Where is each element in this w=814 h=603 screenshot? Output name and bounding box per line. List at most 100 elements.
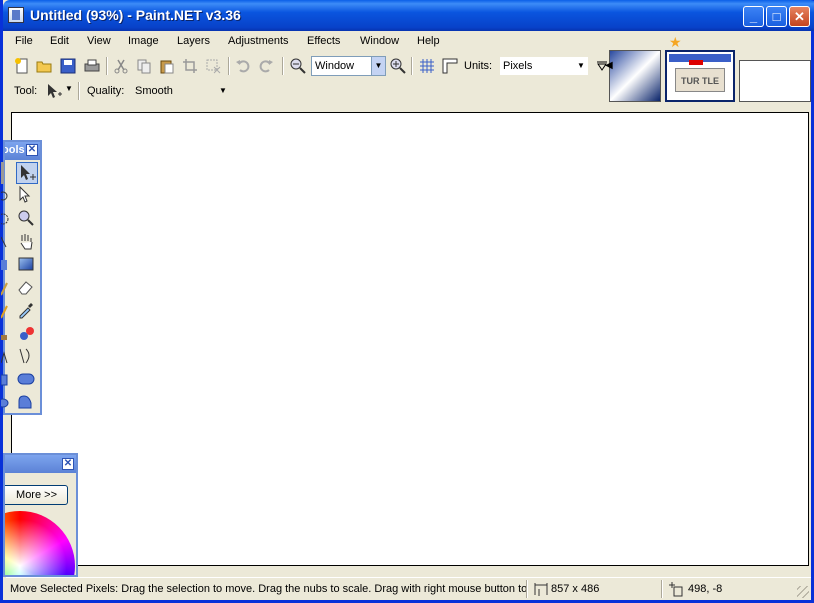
image-size: 857 x 486 xyxy=(551,583,600,595)
print-icon[interactable] xyxy=(84,58,100,74)
clone-stamp-tool-clipped[interactable] xyxy=(1,323,11,345)
ellipse-icon xyxy=(1,398,9,408)
units-combo[interactable]: Pixels ▼ xyxy=(499,56,589,76)
menu-file[interactable]: File xyxy=(15,35,33,47)
scroll-left-icon[interactable]: ◀ xyxy=(605,60,613,71)
zoom-combo[interactable]: Window ▼ xyxy=(311,56,386,76)
colors-window: ✕ More >> xyxy=(3,453,78,577)
rectangle-icon xyxy=(1,374,8,386)
paste-icon[interactable] xyxy=(159,58,175,74)
gradient-icon xyxy=(18,257,34,271)
move-selection-tool[interactable] xyxy=(16,185,38,207)
zoom-out-icon[interactable] xyxy=(290,58,306,74)
move-selection-icon xyxy=(19,185,31,203)
color-wheel[interactable] xyxy=(5,511,75,575)
toolbar-separator xyxy=(228,57,230,75)
copy-icon[interactable] xyxy=(136,58,152,74)
resize-grip[interactable] xyxy=(797,586,809,598)
lasso-icon xyxy=(1,191,8,201)
chevron-down-icon[interactable]: ▼ xyxy=(216,82,230,100)
image-canvas[interactable] xyxy=(11,112,809,566)
zoom-icon xyxy=(18,210,34,226)
paint-bucket-tool-clipped[interactable] xyxy=(1,254,11,276)
lasso-tool-clipped[interactable] xyxy=(1,185,11,207)
redo-icon[interactable] xyxy=(258,58,274,74)
pencil-icon xyxy=(1,305,8,319)
gradient-tool[interactable] xyxy=(16,254,38,276)
freeform-shape-tool[interactable] xyxy=(16,392,38,414)
cursor-position-icon xyxy=(669,582,683,597)
undo-icon[interactable] xyxy=(235,58,251,74)
grid-icon[interactable] xyxy=(419,58,435,74)
pan-tool[interactable] xyxy=(16,231,38,253)
toolbar-separator xyxy=(78,82,80,100)
text-tool-clipped[interactable] xyxy=(1,346,11,368)
thumbnail-current-image[interactable]: TUR TLE xyxy=(665,50,735,102)
crop-icon[interactable] xyxy=(182,58,198,74)
menu-edit[interactable]: Edit xyxy=(50,35,69,47)
menu-help[interactable]: Help xyxy=(417,35,440,47)
ellipse-tool-clipped[interactable] xyxy=(1,392,11,414)
save-icon[interactable] xyxy=(60,58,76,74)
paint-net-app-icon[interactable] xyxy=(8,7,24,23)
quality-value: Smooth xyxy=(135,85,173,97)
menu-layers[interactable]: Layers xyxy=(177,35,210,47)
cut-icon[interactable] xyxy=(113,58,129,74)
magic-wand-icon xyxy=(1,236,7,248)
thumbnail-other-image[interactable] xyxy=(609,50,661,102)
minimize-button[interactable]: _ xyxy=(743,6,764,27)
close-icon[interactable]: ✕ xyxy=(62,458,74,470)
unsaved-star-icon: ★ xyxy=(669,34,682,50)
eraser-tool[interactable] xyxy=(16,277,38,299)
menu-effects[interactable]: Effects xyxy=(307,35,340,47)
image-thumbnails: ★ ◀ TUR TLE xyxy=(605,34,811,104)
menu-view[interactable]: View xyxy=(87,35,111,47)
clone-stamp-icon xyxy=(1,335,7,340)
paintbrush-tool-clipped[interactable] xyxy=(1,277,11,299)
close-icon[interactable]: ✕ xyxy=(26,144,38,156)
deselect-icon[interactable] xyxy=(205,58,221,74)
tools-window-titlebar[interactable]: ools ✕ xyxy=(5,142,40,160)
toolbar-separator xyxy=(282,57,284,75)
eraser-icon xyxy=(18,281,33,295)
zoom-in-icon[interactable] xyxy=(390,58,406,74)
app-window: Untitled (93%) - Paint.NET v3.36 _ □ ✕ F… xyxy=(0,0,814,603)
maximize-button[interactable]: □ xyxy=(766,6,787,27)
menu-adjustments[interactable]: Adjustments xyxy=(228,35,289,47)
new-icon[interactable] xyxy=(14,58,30,74)
menu-image[interactable]: Image xyxy=(128,35,159,47)
menu-window[interactable]: Window xyxy=(360,35,399,47)
paintbrush-icon xyxy=(1,282,8,296)
rounded-rectangle-tool[interactable] xyxy=(16,369,38,391)
tool-dropdown-arrow-icon[interactable]: ▼ xyxy=(65,84,73,93)
color-picker-icon xyxy=(19,303,33,319)
title-bar[interactable]: Untitled (93%) - Paint.NET v3.36 _ □ ✕ xyxy=(3,0,814,31)
move-selected-pixels-tool[interactable] xyxy=(16,162,38,184)
thumbnail-untitled[interactable] xyxy=(739,60,811,102)
open-icon[interactable] xyxy=(36,58,52,74)
color-picker-tool[interactable] xyxy=(16,300,38,322)
chevron-down-icon[interactable]: ▼ xyxy=(371,57,385,75)
units-value: Pixels xyxy=(503,60,533,72)
paint-bucket-icon xyxy=(1,260,7,270)
window-title: Untitled (93%) - Paint.NET v3.36 xyxy=(30,7,241,23)
tool-label: Tool: xyxy=(14,85,38,97)
quality-combo[interactable]: Smooth ▼ xyxy=(131,81,231,101)
tools-window-title: ools xyxy=(5,144,25,156)
close-button[interactable]: ✕ xyxy=(789,6,810,27)
move-selected-pixels-icon xyxy=(21,165,36,180)
move-selected-pixels-icon[interactable] xyxy=(46,83,62,99)
colors-window-titlebar[interactable]: ✕ xyxy=(5,455,76,473)
recolor-tool[interactable] xyxy=(16,323,38,345)
rectangle-tool-clipped[interactable] xyxy=(1,369,11,391)
rectangle-select-tool-clipped[interactable] xyxy=(1,162,11,184)
pencil-tool-clipped[interactable] xyxy=(1,300,11,322)
chevron-down-icon[interactable]: ▼ xyxy=(574,57,588,75)
rulers-icon[interactable] xyxy=(442,58,458,74)
line-curve-tool[interactable] xyxy=(16,346,38,368)
quality-label: Quality: xyxy=(87,85,125,97)
more-button[interactable]: More >> xyxy=(5,485,68,505)
zoom-tool[interactable] xyxy=(16,208,38,230)
magic-wand-tool-clipped[interactable] xyxy=(1,231,11,253)
ellipse-select-tool-clipped[interactable] xyxy=(1,208,11,230)
